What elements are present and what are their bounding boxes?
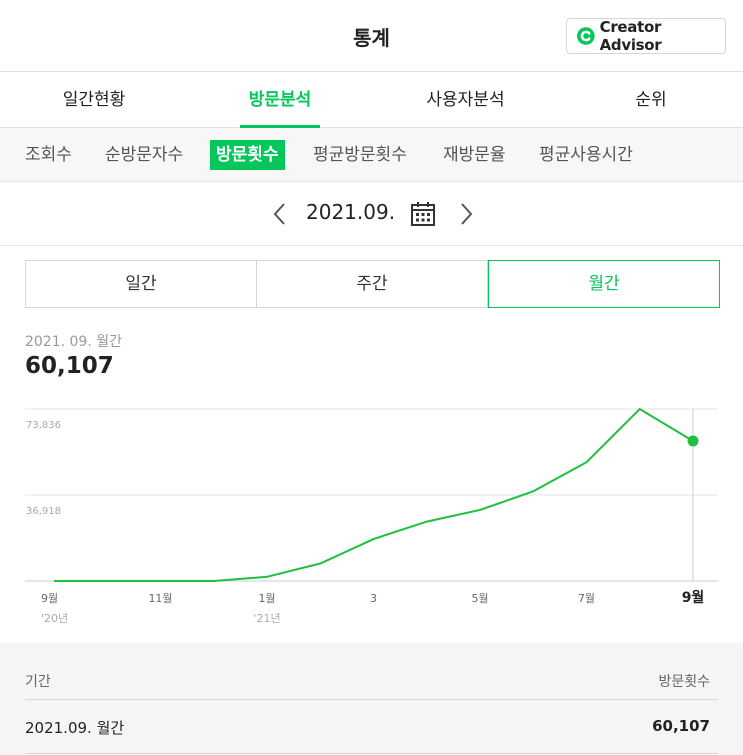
tab-user-analysis[interactable]: 사용자분석 (417, 72, 514, 128)
table-divider (25, 753, 718, 754)
creator-advisor-button[interactable]: Creator Advisor (566, 18, 726, 54)
subtab-avg-visit-count[interactable]: 평균방문횟수 (309, 140, 411, 170)
period-weekly-button[interactable]: 주간 (257, 260, 488, 308)
creator-advisor-label: Creator Advisor (599, 18, 662, 54)
x-tick-label: 5월 (471, 592, 488, 605)
period-selector: 일간 주간 월간 (25, 260, 720, 308)
table-cell-visit-count: 60,107 (652, 717, 710, 735)
data-table: 기간 방문횟수 2021.09. 월간 60,107 (0, 643, 743, 755)
x-tick-label: 9월 (682, 589, 705, 606)
subtab-views[interactable]: 조회수 (21, 140, 76, 170)
creator-advisor-logo-icon (577, 27, 595, 45)
summary-value: 60,107 (25, 353, 114, 379)
subtab-visit-count[interactable]: 방문횟수 (210, 140, 285, 170)
x-tick-label: 1월 (258, 592, 275, 605)
sub-tab-bar: 조회수 순방문자수 방문횟수 평균방문횟수 재방문율 평균사용시간 (0, 128, 743, 182)
subtab-avg-usage-time[interactable]: 평균사용시간 (535, 140, 637, 170)
calendar-icon[interactable] (410, 201, 436, 227)
x-tick-label: 9월 (41, 592, 58, 605)
table-divider (25, 699, 718, 700)
tab-visit-analysis[interactable]: 방문분석 (240, 72, 320, 128)
tab-ranking[interactable]: 순위 (626, 72, 676, 128)
subtab-unique-visitors[interactable]: 순방문자수 (101, 140, 187, 170)
summary-period-label: 2021. 09. 월간 (25, 334, 123, 350)
x-tick-sublabel: '21년 (253, 612, 280, 625)
chevron-left-icon[interactable] (268, 200, 292, 228)
period-monthly-button[interactable]: 월간 (488, 260, 720, 308)
highlight-point (687, 435, 699, 447)
x-tick-label: 7월 (578, 592, 595, 605)
table-header-visit-count: 방문횟수 (658, 674, 710, 690)
x-tick-sublabel: '20년 (41, 612, 68, 625)
subtab-revisit-rate[interactable]: 재방문율 (439, 140, 510, 170)
app-header: 통계 Creator Advisor (0, 0, 743, 72)
period-daily-button[interactable]: 일간 (25, 260, 257, 308)
table-header-period: 기간 (25, 674, 51, 690)
x-tick-label: 3 (370, 592, 377, 605)
visit-count-chart: 73,836 36,918 9월 '20년 11월 1월 '21년 3 5월 7월 9월 (25, 407, 718, 625)
y-gridline-label: 36,918 (26, 506, 61, 517)
main-tab-bar: 일간현황 방문분석 사용자분석 순위 (0, 72, 743, 128)
x-tick-label: 11월 (148, 592, 172, 605)
y-gridline-label: 73,836 (26, 420, 61, 431)
chevron-right-icon[interactable] (454, 200, 478, 228)
date-navigator: 2021.09. (0, 182, 743, 246)
table-cell-period: 2021.09. 월간 (25, 719, 125, 737)
current-date: 2021.09. (306, 200, 396, 224)
tab-daily-status[interactable]: 일간현황 (53, 72, 135, 128)
